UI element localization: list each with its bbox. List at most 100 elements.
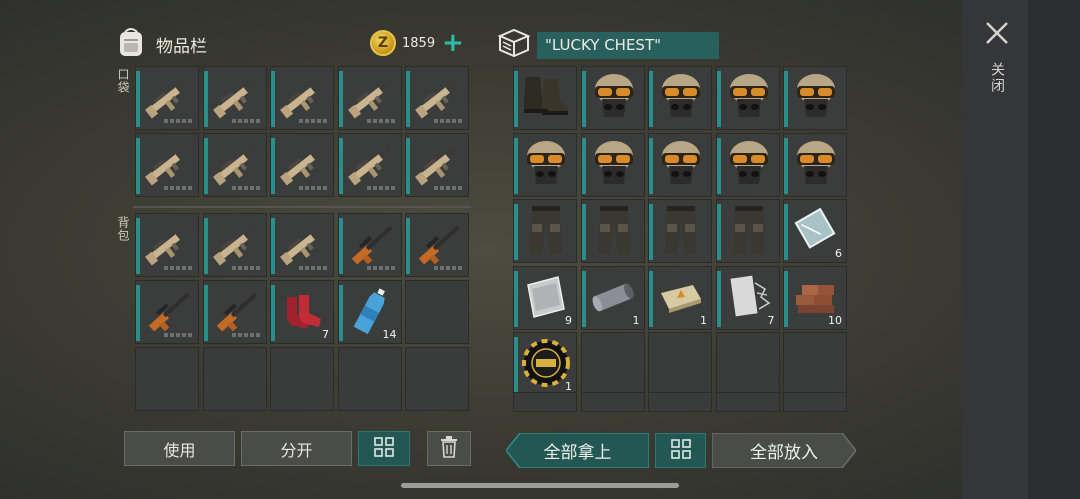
backpack-slot[interactable]	[270, 347, 334, 411]
put-all-button[interactable]: 全部放入	[712, 433, 856, 468]
item-count: 7	[322, 328, 329, 341]
coin-count: 1859	[402, 35, 436, 51]
chest-name-field: "LUCKY CHEST"	[537, 31, 719, 59]
close-icon[interactable]	[984, 20, 1010, 50]
chest-slot[interactable]	[648, 332, 712, 396]
chest-slot[interactable]	[715, 132, 780, 197]
durability-dots	[231, 119, 260, 123]
chest-slot[interactable]: 7	[715, 265, 780, 330]
sort-inventory-button[interactable]	[358, 431, 410, 466]
boots-icon	[518, 69, 574, 125]
chest-slot[interactable]	[783, 132, 847, 197]
use-button[interactable]: 使用	[124, 431, 235, 466]
pocket-slot[interactable]	[270, 133, 334, 197]
chest-slot[interactable]	[715, 392, 780, 412]
pocket-slot[interactable]	[337, 66, 402, 130]
chest-header: "LUCKY CHEST"	[497, 28, 719, 62]
chest-slot[interactable]	[715, 332, 780, 396]
chest-slot[interactable]: 10	[783, 265, 847, 330]
chest-slot[interactable]	[648, 392, 712, 412]
chest-slot[interactable]: 1	[580, 265, 645, 330]
item-count: 1	[632, 313, 640, 327]
rifle-icon	[208, 216, 264, 272]
backpack-slot[interactable]	[270, 213, 334, 277]
backpack-slot[interactable]	[405, 347, 469, 411]
pants-icon	[653, 202, 709, 258]
chest-slot[interactable]	[783, 392, 847, 412]
chest-slot[interactable]	[715, 199, 780, 263]
put-all-label: 全部放入	[750, 443, 818, 463]
chest-slot[interactable]	[783, 332, 847, 396]
durability-dots	[366, 266, 395, 270]
durability-dots	[299, 186, 327, 190]
chest-slot[interactable]	[580, 332, 645, 396]
item-count: 10	[828, 313, 842, 327]
backpack-slot[interactable]	[135, 280, 199, 344]
pocket-slot[interactable]	[202, 133, 267, 197]
chest-slot[interactable]	[513, 66, 577, 130]
chest-slot[interactable]	[580, 132, 645, 197]
take-all-button[interactable]: 全部拿上	[506, 433, 649, 468]
close-label[interactable]: 关闭	[989, 62, 1007, 94]
chest-slot[interactable]	[648, 199, 712, 263]
rifle-icon	[275, 136, 331, 192]
backpack-slot[interactable]	[135, 213, 199, 277]
helmet-icon	[653, 136, 709, 192]
chest-slot[interactable]	[783, 66, 847, 130]
pocket-label: 口袋	[116, 68, 130, 94]
backpack-slot[interactable]	[202, 213, 267, 277]
split-button[interactable]: 分开	[241, 431, 352, 466]
item-count: 1	[700, 313, 707, 327]
sniper-rifle-icon	[343, 216, 399, 272]
durability-dots	[299, 266, 327, 270]
chest-slot[interactable]	[580, 199, 645, 263]
chest-slot[interactable]: 6	[783, 199, 847, 263]
pocket-slot[interactable]	[135, 133, 199, 197]
backpack-icon	[116, 26, 146, 62]
pocket-slot[interactable]	[405, 133, 469, 197]
sniper-rifle-icon	[410, 216, 466, 272]
backpack-slot[interactable]	[202, 347, 267, 411]
trash-icon	[440, 435, 458, 462]
durability-dots	[434, 266, 462, 270]
backpack-slot[interactable]: 7	[270, 280, 334, 344]
backpack-slot[interactable]	[405, 213, 469, 277]
chest-slot[interactable]: 9	[513, 265, 577, 330]
helmet-icon	[586, 69, 642, 125]
chest-slot[interactable]	[648, 132, 712, 197]
rifle-icon	[343, 69, 399, 125]
chest-slot[interactable]	[513, 199, 577, 263]
durability-dots	[434, 119, 462, 123]
pants-icon	[586, 202, 642, 258]
helmet-icon	[721, 136, 777, 192]
backpack-slot[interactable]	[337, 347, 402, 411]
chest-slot[interactable]	[648, 66, 712, 130]
backpack-slot[interactable]	[405, 280, 469, 344]
chest-slot[interactable]	[715, 66, 780, 130]
backpack-slot[interactable]	[135, 347, 199, 411]
delete-button[interactable]	[427, 431, 471, 466]
chest-slot[interactable]	[513, 132, 577, 197]
chest-slot[interactable]	[513, 392, 577, 412]
chest-slot[interactable]: 1	[648, 265, 712, 330]
durability-dots	[299, 119, 327, 123]
pants-icon	[721, 202, 777, 258]
backpack-slot[interactable]	[202, 280, 267, 344]
rifle-icon	[410, 136, 466, 192]
durability-dots	[366, 186, 395, 190]
chest-slot[interactable]	[580, 392, 645, 412]
chest-slot[interactable]	[580, 66, 645, 130]
pocket-slot[interactable]	[405, 66, 469, 130]
chest-slot[interactable]: 1	[513, 332, 577, 396]
pocket-slot[interactable]	[270, 66, 334, 130]
rifle-icon	[208, 136, 264, 192]
grid-icon	[670, 438, 691, 463]
pocket-slot[interactable]	[135, 66, 199, 130]
backpack-slot[interactable]	[337, 213, 402, 277]
backpack-slot[interactable]: 14	[337, 280, 402, 344]
section-divider	[133, 206, 471, 208]
pocket-slot[interactable]	[337, 133, 402, 197]
sort-chest-button[interactable]	[655, 433, 706, 468]
add-coins-button[interactable]: +	[442, 30, 464, 56]
pocket-slot[interactable]	[202, 66, 267, 130]
